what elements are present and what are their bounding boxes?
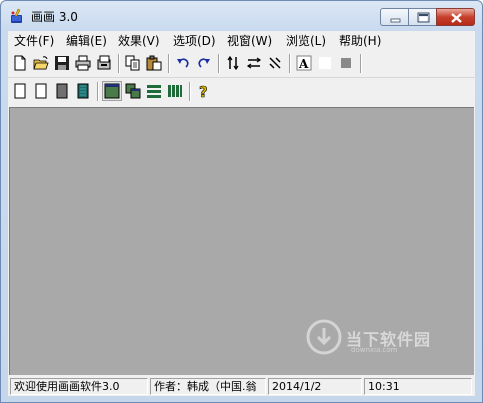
status-author: 作者：韩成（中国.翁 [150, 378, 266, 395]
toolbar-separator [218, 54, 220, 73]
open-folder-icon[interactable] [31, 53, 51, 73]
print-setup-icon[interactable] [94, 53, 114, 73]
toolbar-separator [189, 82, 191, 101]
flip-horizontal-icon[interactable] [244, 53, 264, 73]
minimize-button[interactable] [380, 8, 409, 26]
menu-options[interactable]: 选项(D) [173, 33, 216, 49]
text-tool-icon[interactable]: A [294, 53, 314, 73]
close-button[interactable] [436, 8, 475, 26]
gray-page-icon[interactable] [52, 81, 72, 101]
flip-vertical-icon[interactable] [223, 53, 243, 73]
menu-help[interactable]: 帮助(H) [339, 33, 381, 49]
menu-bar: 文件(F) 编辑(E) 效果(V) 选项(D) 视窗(W) 浏览(L) 帮助(H… [8, 31, 475, 52]
status-date: 2014/1/2 [268, 378, 362, 395]
vertical-tile-icon[interactable] [165, 81, 185, 101]
toolbar-separator [360, 54, 362, 73]
white-color-icon[interactable] [315, 53, 335, 73]
toolbar-separator [168, 54, 170, 73]
gray-color-icon[interactable] [336, 53, 356, 73]
new-file-icon[interactable] [10, 53, 30, 73]
maximize-button[interactable] [408, 8, 437, 26]
menu-window[interactable]: 视窗(W) [227, 33, 272, 49]
cascade-view-icon[interactable] [123, 81, 143, 101]
horizontal-tile-icon[interactable] [144, 81, 164, 101]
toolbar-separator [118, 54, 120, 73]
teal-page-icon[interactable] [73, 81, 93, 101]
watermark-download-icon [306, 319, 342, 358]
save-icon[interactable] [52, 53, 72, 73]
print-icon[interactable] [73, 53, 93, 73]
menu-file[interactable]: 文件(F) [14, 33, 54, 49]
single-view-icon[interactable] [102, 81, 122, 101]
svg-text:?: ? [199, 83, 208, 99]
rotate-icon[interactable] [265, 53, 285, 73]
window-title: 画画 3.0 [31, 10, 78, 24]
app-paint-icon [9, 8, 25, 24]
copy-icon[interactable] [123, 53, 143, 73]
view-toolbar: ? [8, 79, 475, 105]
menu-edit[interactable]: 编辑(E) [66, 33, 107, 49]
toolbar-separator [97, 82, 99, 101]
menu-effects[interactable]: 效果(V) [118, 33, 160, 49]
status-time: 10:31 [364, 378, 472, 395]
title-bar[interactable]: 画画 3.0 [1, 1, 482, 31]
paste-icon[interactable] [144, 53, 164, 73]
white-page-icon[interactable] [10, 81, 30, 101]
white-page-2-icon[interactable] [31, 81, 51, 101]
watermark-sub: downxia.com [351, 346, 398, 354]
svg-text:A: A [298, 57, 309, 71]
menu-browse[interactable]: 浏览(L) [286, 33, 326, 49]
help-icon[interactable]: ? [194, 81, 214, 101]
redo-icon[interactable] [194, 53, 214, 73]
toolbar-separator [289, 54, 291, 73]
status-bar: 欢迎使用画画软件3.0 作者：韩成（中国.翁 2014/1/2 10:31 [8, 376, 475, 396]
status-welcome: 欢迎使用画画软件3.0 [10, 378, 148, 395]
standard-toolbar: A [8, 51, 475, 78]
app-window: 画画 3.0 文件(F) 编辑(E) 效果(V) 选项(D) 视窗(W) 浏览(… [0, 0, 483, 403]
undo-icon[interactable] [173, 53, 193, 73]
